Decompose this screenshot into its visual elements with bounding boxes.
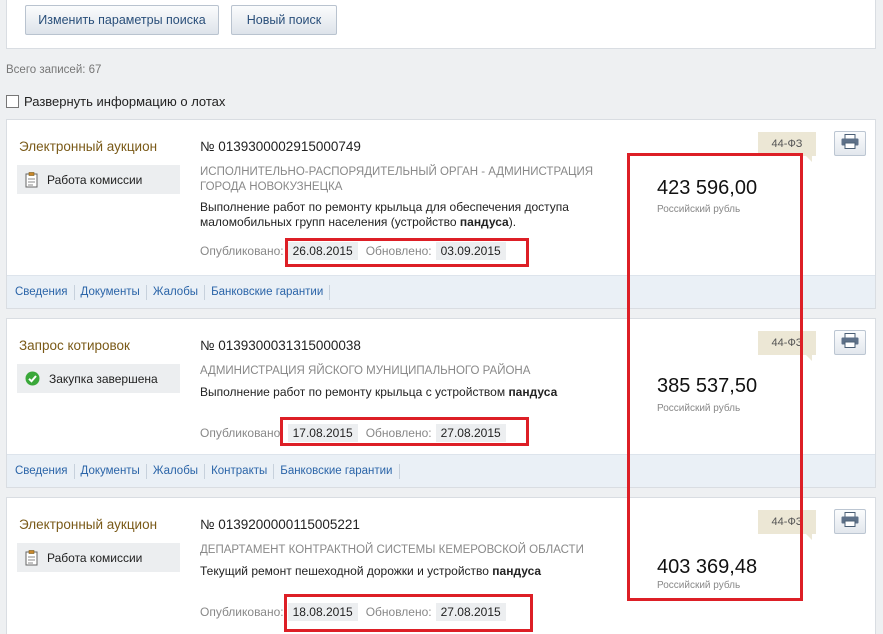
registry-number[interactable]: № 0139200000115005221 bbox=[200, 517, 360, 532]
printer-icon bbox=[841, 332, 859, 353]
tab-complaints[interactable]: Жалобы bbox=[147, 284, 206, 300]
purchase-card: Электронный аукцион Работа комиссии № 01… bbox=[6, 119, 876, 309]
registry-number[interactable]: № 0139300031315000038 bbox=[200, 338, 361, 353]
contract-price: 403 369,48 bbox=[657, 556, 758, 578]
procedure-type: Электронный аукцион bbox=[19, 139, 158, 154]
tab-details[interactable]: Сведения bbox=[9, 463, 75, 479]
published-date: 17.08.2015 bbox=[287, 424, 358, 442]
status-badge: Закупка завершена bbox=[17, 364, 180, 393]
published-label: Опубликовано: bbox=[200, 605, 284, 619]
change-search-params-button[interactable]: Изменить параметры поиска bbox=[25, 5, 219, 35]
search-toolbar: Изменить параметры поиска Новый поиск bbox=[6, 0, 876, 49]
total-records-label: Всего записей: 67 bbox=[6, 64, 102, 76]
tab-details[interactable]: Сведения bbox=[9, 284, 75, 300]
status-badge: Работа комиссии bbox=[17, 165, 180, 194]
updated-label: Обновлено: bbox=[365, 244, 432, 258]
status-text: Работа комиссии bbox=[47, 550, 143, 565]
record-tabs: Сведения Документы Жалобы Банковские гар… bbox=[7, 275, 875, 308]
purchase-card: Запрос котировок Закупка завершена № 013… bbox=[6, 318, 876, 488]
purchase-description: Текущий ремонт пешеходной дорожки и устр… bbox=[200, 564, 542, 578]
updated-label: Обновлено: bbox=[365, 426, 432, 440]
currency-label: Российский рубль bbox=[657, 580, 741, 591]
procedure-type: Электронный аукцион bbox=[19, 517, 158, 532]
law-badge: 44-ФЗ bbox=[758, 331, 816, 361]
clipboard-icon bbox=[25, 171, 38, 188]
status-text: Работа комиссии bbox=[47, 172, 143, 187]
dates-row: Опубликовано: 18.08.2015 Обновлено: 27.0… bbox=[200, 603, 506, 621]
updated-label: Обновлено: bbox=[365, 605, 432, 619]
customer-organization[interactable]: ИСПОЛНИТЕЛЬНО-РАСПОРЯДИТЕЛЬНЫЙ ОРГАН - А… bbox=[200, 165, 630, 195]
tab-documents[interactable]: Документы bbox=[75, 284, 147, 300]
new-search-button[interactable]: Новый поиск bbox=[231, 5, 337, 35]
published-date: 18.08.2015 bbox=[287, 603, 358, 621]
tab-bank-guarantees[interactable]: Банковские гарантии bbox=[205, 284, 331, 300]
law-badge: 44-ФЗ bbox=[758, 132, 816, 162]
status-badge: Работа комиссии bbox=[17, 543, 180, 572]
published-label: Опубликовано: bbox=[200, 244, 284, 258]
law-badge: 44-ФЗ bbox=[758, 510, 816, 540]
contract-price: 385 537,50 bbox=[657, 375, 758, 397]
contract-price: 423 596,00 bbox=[657, 177, 758, 199]
dates-row: Опубликовано: 26.08.2015 Обновлено: 03.0… bbox=[200, 242, 506, 260]
updated-date: 03.09.2015 bbox=[435, 242, 506, 260]
record-tabs: Сведения Документы Жалобы Контракты Банк… bbox=[7, 454, 875, 487]
tab-contracts[interactable]: Контракты bbox=[205, 463, 275, 479]
purchase-card: Электронный аукцион Работа комиссии № 01… bbox=[6, 497, 876, 634]
tab-complaints[interactable]: Жалобы bbox=[147, 463, 206, 479]
updated-date: 27.08.2015 bbox=[435, 603, 506, 621]
currency-label: Российский рубль bbox=[657, 204, 741, 215]
print-button[interactable] bbox=[834, 131, 866, 156]
customer-organization[interactable]: АДМИНИСТРАЦИЯ ЯЙСКОГО МУНИЦИПАЛЬНОГО РАЙ… bbox=[200, 364, 630, 379]
dates-row: Опубликовано: 17.08.2015 Обновлено: 27.0… bbox=[200, 424, 506, 442]
published-date: 26.08.2015 bbox=[287, 242, 358, 260]
printer-icon bbox=[841, 511, 859, 532]
status-text: Закупка завершена bbox=[49, 371, 158, 386]
purchase-description: Выполнение работ по ремонту крыльца с ус… bbox=[200, 385, 558, 399]
published-label: Опубликовано: bbox=[200, 426, 284, 440]
clipboard-icon bbox=[25, 549, 38, 566]
customer-organization[interactable]: ДЕПАРТАМЕНТ КОНТРАКТНОЙ СИСТЕМЫ КЕМЕРОВС… bbox=[200, 543, 630, 558]
tab-documents[interactable]: Документы bbox=[75, 463, 147, 479]
updated-date: 27.08.2015 bbox=[435, 424, 506, 442]
check-circle-icon bbox=[25, 371, 40, 386]
procedure-type: Запрос котировок bbox=[19, 338, 130, 353]
printer-icon bbox=[841, 133, 859, 154]
print-button[interactable] bbox=[834, 509, 866, 534]
tab-bank-guarantees[interactable]: Банковские гарантии bbox=[274, 463, 400, 479]
expand-lots-toggle[interactable]: Развернуть информацию о лотах bbox=[6, 94, 225, 109]
print-button[interactable] bbox=[834, 330, 866, 355]
expand-lots-label: Развернуть информацию о лотах bbox=[24, 94, 226, 109]
purchase-description: Выполнение работ по ремонту крыльца для … bbox=[200, 200, 569, 229]
currency-label: Российский рубль bbox=[657, 403, 741, 414]
expand-lots-checkbox[interactable] bbox=[6, 95, 19, 108]
registry-number[interactable]: № 0139300002915000749 bbox=[200, 139, 361, 154]
